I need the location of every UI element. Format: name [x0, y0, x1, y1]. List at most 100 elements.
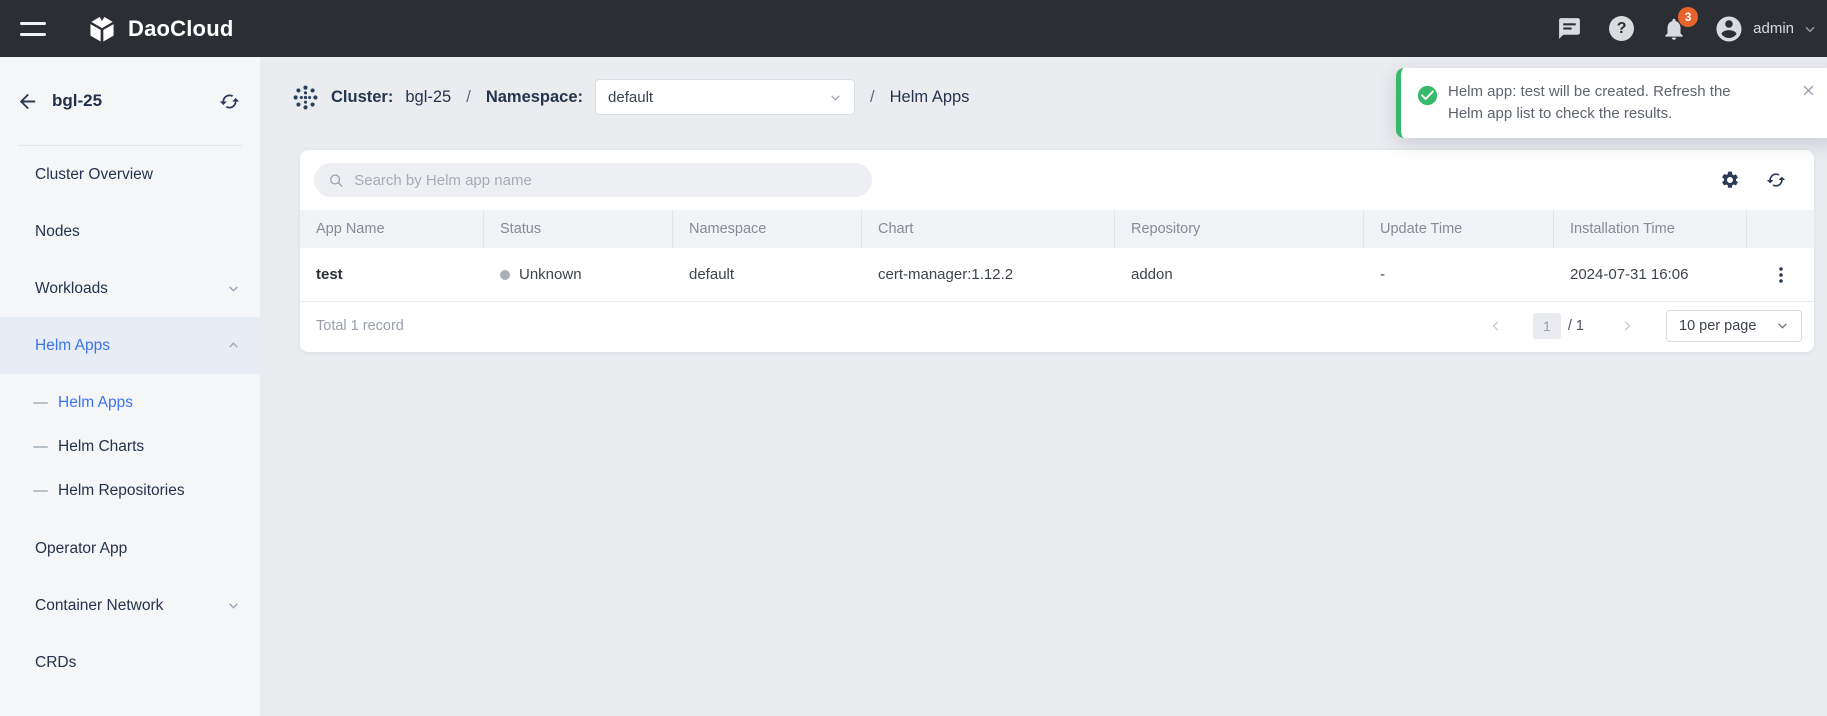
sidebar-item-label: Cluster Overview — [35, 166, 153, 184]
current-page-box[interactable]: 1 — [1533, 313, 1561, 339]
sidebar-subitem-helm-repositories[interactable]: Helm Repositories — [0, 469, 260, 513]
sidebar-subitem-helm-apps[interactable]: Helm Apps — [0, 381, 260, 425]
status-text: Unknown — [519, 266, 582, 283]
brand-name: DaoCloud — [128, 16, 233, 42]
close-icon[interactable] — [1801, 83, 1816, 98]
avatar-icon — [1714, 14, 1744, 44]
navbar-actions: ? 3 admin — [1557, 14, 1827, 44]
pagination: 1 / 1 10 per page — [1481, 310, 1802, 342]
cell-chart: cert-manager:1.12.2 — [862, 266, 1115, 283]
back-arrow-icon[interactable] — [16, 90, 39, 113]
cell-update-time: - — [1364, 266, 1554, 283]
help-icon[interactable]: ? — [1609, 16, 1634, 41]
sidebar-item-label: Nodes — [35, 223, 80, 241]
table-row: test Unknown default cert-manager:1.12.2… — [300, 248, 1814, 302]
sidebar-item-cluster-overview[interactable]: Cluster Overview — [0, 146, 260, 203]
sidebar-item-label: Container Network — [35, 597, 163, 615]
sidebar-menu: Cluster Overview Nodes Workloads Helm Ap… — [0, 146, 260, 691]
success-check-icon — [1416, 84, 1439, 107]
prev-page-icon[interactable] — [1481, 319, 1511, 333]
cell-status: Unknown — [484, 266, 673, 283]
page-total: / 1 — [1568, 318, 1584, 334]
page-size-select[interactable]: 10 per page — [1666, 310, 1802, 342]
next-page-icon[interactable] — [1612, 319, 1642, 333]
sidebar-item-helm-apps-group[interactable]: Helm Apps — [0, 317, 260, 374]
sidebar-cluster-name: bgl-25 — [52, 91, 102, 111]
breadcrumb-separator: / — [870, 88, 875, 107]
sidebar-subitem-label: Helm Repositories — [58, 482, 185, 500]
search-input[interactable] — [352, 171, 858, 190]
daocloud-logo-icon — [86, 13, 118, 45]
sidebar-header: bgl-25 — [0, 57, 260, 145]
column-header-chart: Chart — [862, 210, 1115, 248]
brand[interactable]: DaoCloud — [86, 13, 233, 45]
sidebar-item-label: CRDs — [35, 654, 76, 672]
column-header-app-name: App Name — [300, 210, 484, 248]
sidebar-item-container-network[interactable]: Container Network — [0, 577, 260, 634]
sidebar-subitem-label: Helm Apps — [58, 394, 133, 412]
column-header-status: Status — [484, 210, 673, 248]
namespace-label: Namespace: — [486, 88, 583, 107]
user-menu[interactable]: admin — [1714, 14, 1817, 44]
cluster-label: Cluster: — [331, 88, 393, 107]
messages-icon[interactable] — [1557, 16, 1582, 41]
status-dot-icon — [500, 270, 510, 280]
namespace-value: default — [608, 89, 653, 106]
chevron-down-icon — [227, 282, 240, 295]
chevron-down-icon — [227, 599, 240, 612]
dash-icon — [33, 446, 48, 448]
namespace-select[interactable]: default — [595, 79, 855, 115]
chevron-down-icon — [829, 91, 842, 104]
sidebar-subitem-helm-charts[interactable]: Helm Charts — [0, 425, 260, 469]
dash-icon — [33, 402, 48, 404]
column-header-namespace: Namespace — [673, 210, 862, 248]
search-box[interactable] — [314, 163, 872, 197]
row-actions-kebab-icon[interactable] — [1747, 266, 1814, 284]
breadcrumb: Cluster: bgl-25 / Namespace: default / H… — [292, 78, 969, 116]
column-header-installation-time: Installation Time — [1554, 210, 1747, 248]
notification-badge: 3 — [1678, 7, 1698, 27]
menu-icon[interactable] — [20, 22, 46, 36]
sidebar-item-label: Helm Apps — [35, 337, 110, 355]
sidebar-item-operator-app[interactable]: Operator App — [0, 520, 260, 577]
breadcrumb-separator: / — [466, 88, 471, 107]
cluster-value[interactable]: bgl-25 — [405, 88, 451, 107]
settings-gear-icon[interactable] — [1720, 170, 1740, 190]
sidebar-item-label: Workloads — [35, 280, 108, 298]
chevron-down-icon — [1776, 319, 1789, 332]
chevron-up-icon — [227, 339, 240, 352]
column-header-repository: Repository — [1115, 210, 1364, 248]
cluster-dots-icon — [292, 84, 319, 111]
dash-icon — [33, 490, 48, 492]
table-actions — [1720, 170, 1786, 190]
toast-message: Helm app: test will be created. Refresh … — [1448, 81, 1768, 125]
sidebar-item-label: Operator App — [35, 540, 127, 558]
notifications-bell-icon[interactable]: 3 — [1661, 16, 1687, 42]
switch-cluster-icon[interactable] — [219, 91, 240, 112]
cell-installation-time: 2024-07-31 16:06 — [1554, 266, 1747, 283]
sidebar-item-workloads[interactable]: Workloads — [0, 260, 260, 317]
sidebar: bgl-25 Cluster Overview Nodes Workloads … — [0, 57, 260, 716]
sidebar-item-nodes[interactable]: Nodes — [0, 203, 260, 260]
sidebar-item-crds[interactable]: CRDs — [0, 634, 260, 691]
page-size-value: 10 per page — [1679, 318, 1756, 334]
username: admin — [1753, 20, 1794, 37]
page-title: Helm Apps — [890, 88, 970, 107]
cell-repository: addon — [1115, 266, 1364, 283]
helm-apps-card: App Name Status Namespace Chart Reposito… — [300, 150, 1814, 352]
search-icon — [328, 172, 344, 189]
card-toolbar — [300, 150, 1814, 210]
column-header-update-time: Update Time — [1364, 210, 1554, 248]
help-glyph: ? — [1609, 16, 1634, 41]
helm-apps-submenu: Helm Apps Helm Charts Helm Repositories — [0, 374, 260, 520]
sidebar-subitem-label: Helm Charts — [58, 438, 144, 456]
success-toast: Helm app: test will be created. Refresh … — [1396, 68, 1827, 138]
main-content: Cluster: bgl-25 / Namespace: default / H… — [260, 57, 1827, 716]
column-header-actions — [1747, 210, 1814, 248]
total-records: Total 1 record — [316, 318, 404, 334]
user-menu-chevron-icon — [1803, 22, 1817, 36]
top-navbar: DaoCloud ? 3 admin — [0, 0, 1827, 57]
table-header: App Name Status Namespace Chart Reposito… — [300, 210, 1814, 248]
cell-app-name[interactable]: test — [300, 266, 484, 283]
refresh-icon[interactable] — [1766, 170, 1786, 190]
